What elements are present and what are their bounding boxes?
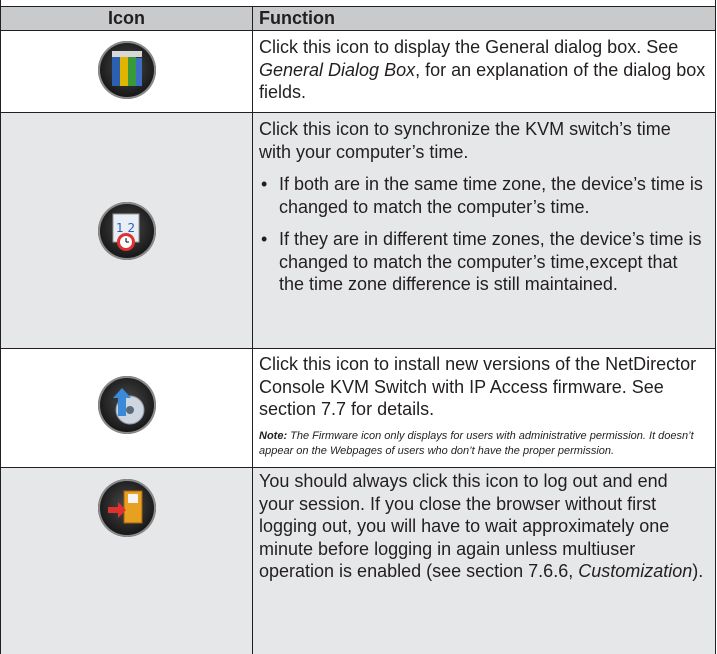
firmware-note: Note: The Firmware icon only displays fo… (259, 429, 694, 457)
table-row-general: Click this icon to display the General d… (0, 31, 716, 113)
general-icon (98, 41, 156, 99)
table-header: Icon Function (0, 6, 716, 31)
general-description: Click this icon to display the General d… (259, 37, 706, 102)
logout-description: You should always click this icon to log… (259, 471, 704, 581)
table-row-time-sync: 1 2 Click this icon to synchronize the K… (0, 113, 716, 349)
header-function-label: Function (259, 8, 335, 28)
general-dialog-link: General Dialog Box (259, 59, 416, 80)
time-sync-icon: 1 2 (98, 202, 156, 260)
time-sync-description: Click this icon to synchronize the KVM s… (259, 119, 671, 162)
firmware-icon (98, 376, 156, 434)
logout-icon (98, 479, 156, 537)
header-icon-label: Icon (1, 7, 253, 30)
firmware-description: Click this icon to install new versions … (259, 354, 697, 419)
table-row-firmware: Click this icon to install new versions … (0, 349, 716, 468)
bullet-same-zone: • If both are in the same time zone, the … (261, 174, 703, 217)
customization-link: Customization (578, 561, 693, 581)
bullet-different-zones: • If they are in different time zones, th… (261, 229, 702, 294)
svg-text:1 2: 1 2 (116, 221, 135, 235)
table-row-logout: You should always click this icon to log… (0, 468, 716, 654)
